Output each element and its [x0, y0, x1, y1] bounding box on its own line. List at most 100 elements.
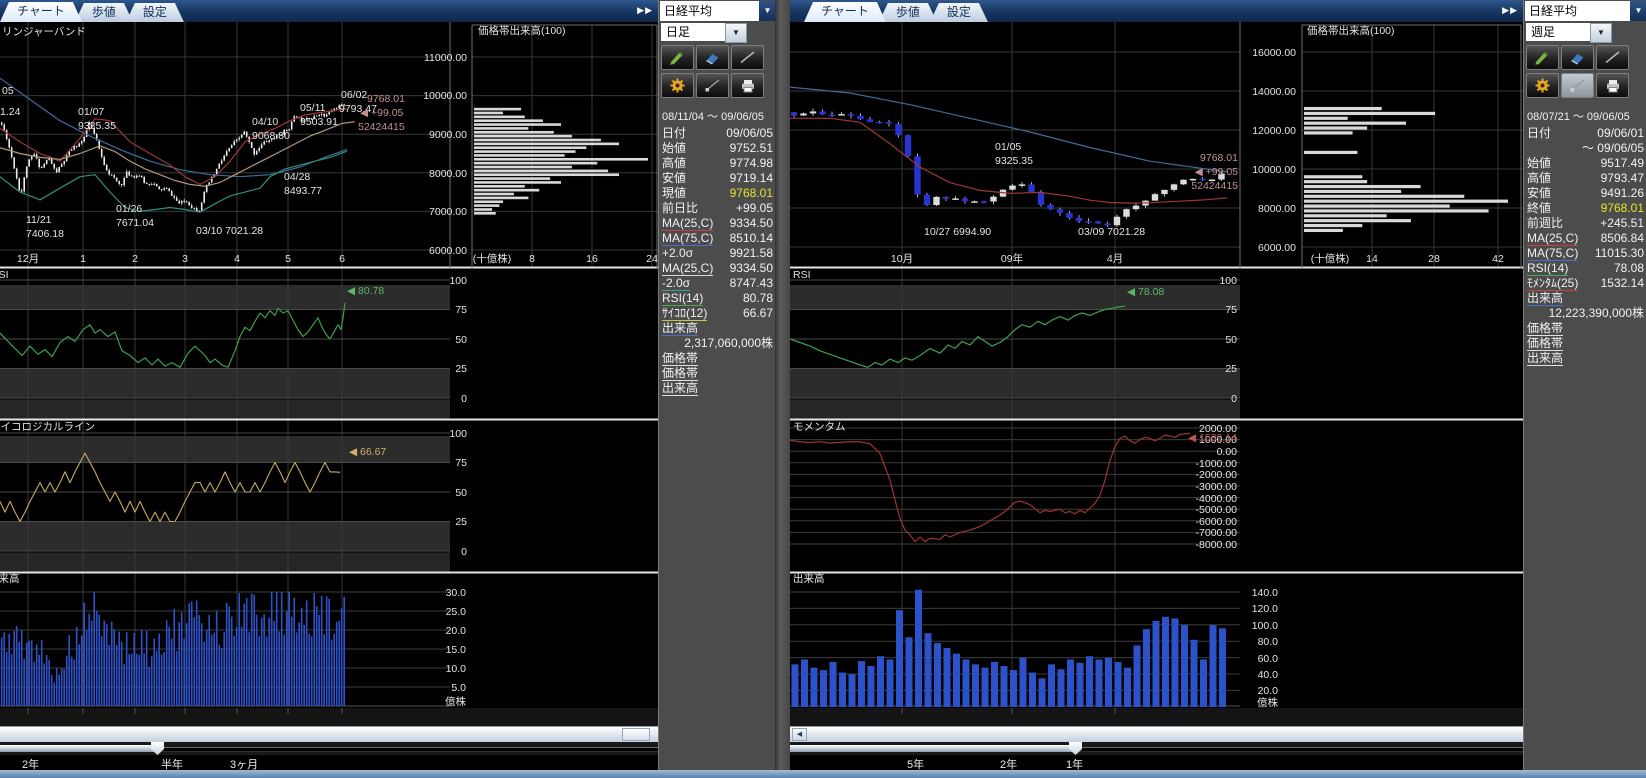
- timeframe-select[interactable]: 日足 ▼: [661, 23, 726, 41]
- range-label[interactable]: 1年: [1066, 756, 1083, 771]
- chevron-down-icon[interactable]: ▼: [1630, 1, 1646, 21]
- chevron-down-icon[interactable]: ▼: [1590, 23, 1612, 43]
- draw-pencil-button[interactable]: [661, 45, 694, 70]
- right-data-panel: 日経平均 ▼ 週足 ▼ 08/07/21 ～ 09/06/05 日付09/06/…: [1523, 0, 1646, 771]
- chart-label: 25: [1225, 363, 1237, 375]
- symbol-select[interactable]: 日経平均 ▼: [660, 1, 776, 21]
- scrollbar-thumb[interactable]: [622, 728, 650, 741]
- trendline-button[interactable]: [731, 45, 764, 70]
- panel-splitter[interactable]: [775, 0, 790, 771]
- left-chart-canvas[interactable]: リンジャーバンド11000.0010000.009000.008000.0070…: [0, 22, 658, 726]
- range-label[interactable]: 3ヶ月: [230, 756, 258, 771]
- chart-label: 100.0: [1252, 620, 1278, 632]
- region-select-button[interactable]: [696, 73, 729, 98]
- fast-forward-icon[interactable]: ▶▶: [637, 5, 653, 16]
- chart-label: 8000.00: [429, 168, 467, 180]
- chart-label: リンジャーバンド: [2, 26, 86, 38]
- left-horizontal-scrollbar[interactable]: [0, 726, 658, 743]
- chart-label: 9325.35: [995, 155, 1033, 167]
- tab-settings[interactable]: 設定: [126, 3, 184, 22]
- legend-link[interactable]: 出来高: [659, 381, 776, 396]
- slider-thumb[interactable]: [1069, 742, 1082, 755]
- chart-label: 億株: [1257, 696, 1279, 709]
- stats-row: 現値9768.01: [659, 186, 776, 201]
- chart-label: 25: [455, 363, 467, 375]
- left-tabbar: チャート 歩値 設定 ▶▶: [0, 0, 658, 22]
- chevron-down-icon[interactable]: ▼: [725, 23, 747, 43]
- fast-forward-icon[interactable]: ▶▶: [1502, 5, 1518, 16]
- range-label[interactable]: 5年: [907, 756, 924, 771]
- tab-chart[interactable]: チャート: [804, 2, 886, 22]
- tab-chart[interactable]: チャート: [0, 2, 82, 22]
- tab-settings[interactable]: 設定: [930, 3, 988, 22]
- chart-label: 120.0: [1252, 603, 1278, 615]
- right-chart-workspace: チャート 歩値 設定 ▶▶ 16000.0014000.0012000.0010…: [790, 0, 1523, 771]
- settings-gear-button[interactable]: [661, 73, 694, 98]
- print-button[interactable]: [1596, 73, 1629, 98]
- range-label[interactable]: 2年: [22, 756, 39, 771]
- chart-label: 75: [455, 304, 467, 316]
- symbol-select[interactable]: 日経平均 ▼: [1525, 1, 1646, 21]
- legend-link[interactable]: 価格帯: [659, 351, 776, 366]
- print-button[interactable]: [731, 73, 764, 98]
- left-chart-workspace: チャート 歩値 設定 ▶▶ リンジャーバンド11000.0010000.0090…: [0, 0, 658, 771]
- volume-value-row: 2,317,060,000株: [659, 336, 776, 351]
- region-select-button[interactable]: [1561, 73, 1594, 98]
- legend-link[interactable]: 価格帯: [659, 366, 776, 381]
- slider-fill: [0, 745, 157, 752]
- right-horizontal-scrollbar[interactable]: ◀: [790, 726, 1523, 743]
- eraser-button[interactable]: [696, 45, 729, 70]
- chart-label: 2: [132, 253, 138, 265]
- chart-label: 28: [1428, 253, 1440, 265]
- right-chart-canvas[interactable]: 16000.0014000.0012000.0010000.008000.006…: [790, 22, 1523, 726]
- chart-label: 04/10: [252, 116, 278, 128]
- volume-value-row: 12,223,390,000株: [1524, 306, 1646, 321]
- slider-thumb[interactable]: [151, 742, 164, 755]
- legend-link[interactable]: 価格帯: [1524, 336, 1646, 351]
- range-label[interactable]: 半年: [161, 756, 183, 771]
- stats-row: ﾓﾒﾝﾀﾑ(25)1532.14: [1524, 276, 1646, 291]
- window-bottom-edge: [0, 770, 1646, 778]
- settings-gear-icon: [668, 77, 688, 94]
- chart-label: 0: [1231, 393, 1237, 405]
- chevron-down-icon[interactable]: ▼: [759, 1, 776, 21]
- range-label[interactable]: 2年: [1000, 756, 1017, 771]
- settings-gear-icon: [1533, 77, 1553, 94]
- eraser-button[interactable]: [1561, 45, 1594, 70]
- legend-link[interactable]: 出来高: [1524, 351, 1646, 366]
- chart-label: 80.0: [1258, 636, 1279, 648]
- chart-label: 8493.77: [284, 185, 322, 197]
- right-stats: 日付09/06/01～ 09/06/05始値9517.49高値9793.47安値…: [1524, 126, 1646, 366]
- chart-label: 15.0: [446, 644, 467, 656]
- chart-label: 30.0: [446, 587, 467, 599]
- stats-row: MA(25,C)8506.84: [1524, 231, 1646, 246]
- timeframe-select[interactable]: 週足 ▼: [1526, 23, 1591, 41]
- chart-label: 10000.00: [1252, 164, 1296, 176]
- stats-row: MA(75,C)8510.14: [659, 231, 776, 246]
- symbol-label: 日経平均: [1529, 4, 1577, 18]
- trendline-button[interactable]: [1596, 45, 1629, 70]
- trendline-icon: [1603, 49, 1623, 66]
- stats-row: 始値9517.49: [1524, 156, 1646, 171]
- right-range-slider[interactable]: [790, 742, 1523, 755]
- chart-label: 6000.00: [1258, 242, 1296, 254]
- draw-pencil-button[interactable]: [1526, 45, 1559, 70]
- settings-gear-button[interactable]: [1526, 73, 1559, 98]
- left-range-labels: 2年 半年 3ヶ月: [0, 755, 658, 771]
- right-tabbar: チャート 歩値 設定 ▶▶: [790, 0, 1523, 22]
- chart-label: 11/21: [26, 214, 52, 226]
- left-stats: 日付09/06/05始値9752.51高値9774.98安値9719.14現値9…: [659, 126, 776, 396]
- chart-label: 100: [449, 428, 467, 440]
- scroll-left-icon[interactable]: ◀: [792, 728, 807, 741]
- tab-quotes[interactable]: 歩値: [879, 3, 937, 22]
- stats-row: 高値9793.47: [1524, 171, 1646, 186]
- left-range-slider[interactable]: [0, 742, 658, 755]
- stats-row: ｻｲｺﾛ(12)66.67: [659, 306, 776, 321]
- legend-link[interactable]: 価格帯: [1524, 321, 1646, 336]
- tab-quotes[interactable]: 歩値: [75, 3, 133, 22]
- chart-label: 12月: [17, 253, 39, 265]
- chart-label: (十億株): [1311, 252, 1350, 265]
- chart-label: ◀ +99.05: [360, 107, 404, 119]
- chart-label: 05: [2, 85, 14, 97]
- left-toolbar: [661, 45, 773, 101]
